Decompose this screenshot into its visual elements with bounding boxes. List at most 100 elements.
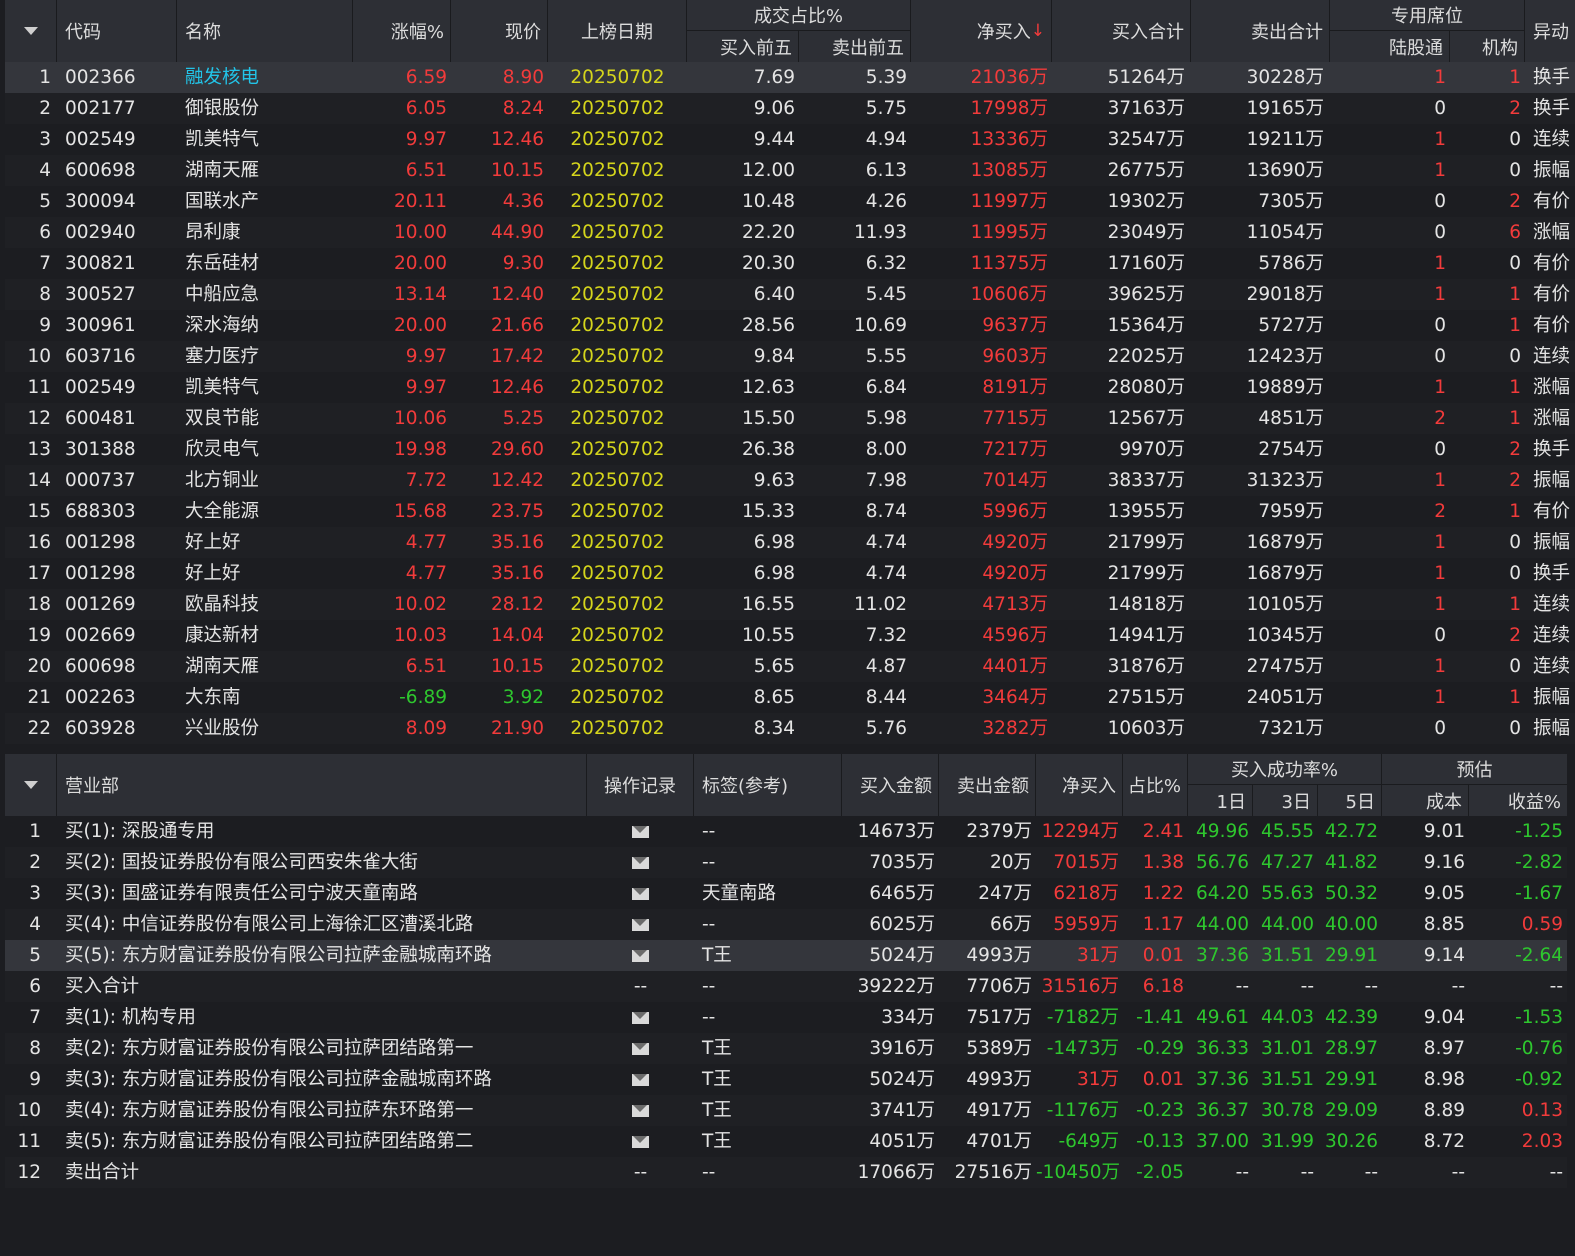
dept-row[interactable]: 11 卖(5): 东方财富证券股份有限公司拉萨团结路第二 T王 4051万 4701万 -…	[5, 1126, 1567, 1157]
stock-row[interactable]: 5 300094 国联水产 20.11 4.36 20250702 10.48 4.26 119…	[5, 186, 1575, 217]
operation-record[interactable]	[587, 940, 694, 971]
stock-row[interactable]: 13 301388 欣灵电气 19.98 29.60 20250702 26.38 8.00 7…	[5, 434, 1575, 465]
operation-record[interactable]	[587, 878, 694, 909]
mail-icon[interactable]	[632, 1012, 649, 1024]
operation-record[interactable]	[587, 909, 694, 940]
stock-name[interactable]: 大全能源	[177, 496, 353, 527]
stock-row[interactable]: 11 002549 凯美特气 9.97 12.46 20250702 12.63 6.84 81…	[5, 372, 1575, 403]
stock-name[interactable]: 欧晶科技	[177, 589, 353, 620]
stock-name[interactable]: 大东南	[177, 682, 353, 713]
col-header-3d[interactable]: 3日	[1253, 785, 1318, 816]
stock-name[interactable]: 凯美特气	[177, 124, 353, 155]
stock-row[interactable]: 1 002366 融发核电 6.59 8.90 20250702 7.69 5.39 21036…	[5, 62, 1575, 93]
dept-row[interactable]: 4 买(4): 中信证券股份有限公司上海徐汇区漕溪北路 -- 6025万 66万 5959…	[5, 909, 1567, 940]
operation-record[interactable]	[587, 1126, 694, 1157]
stock-name[interactable]: 国联水产	[177, 186, 353, 217]
col-header-dept[interactable]: 营业部	[57, 754, 587, 816]
stock-name[interactable]: 塞力医疗	[177, 341, 353, 372]
stock-row[interactable]: 6 002940 昂利康 10.00 44.90 20250702 22.20 11.93 11…	[5, 217, 1575, 248]
stock-row[interactable]: 19 002669 康达新材 10.03 14.04 20250702 10.55 7.32 4…	[5, 620, 1575, 651]
col-header-buy-total[interactable]: 买入合计	[1052, 0, 1191, 62]
stock-name[interactable]: 御银股份	[177, 93, 353, 124]
stock-name[interactable]: 深水海纳	[177, 310, 353, 341]
col-header-sell-total[interactable]: 卖出合计	[1191, 0, 1330, 62]
mail-icon[interactable]	[632, 1043, 649, 1055]
stock-row[interactable]: 12 600481 双良节能 10.06 5.25 20250702 15.50 5.98 77…	[5, 403, 1575, 434]
stock-row[interactable]: 2 002177 御银股份 6.05 8.24 20250702 9.06 5.75 17998…	[5, 93, 1575, 124]
col-header-hsgt[interactable]: 陆股通	[1330, 31, 1450, 62]
stock-name[interactable]: 好上好	[177, 558, 353, 589]
dept-row[interactable]: 10 卖(4): 东方财富证券股份有限公司拉萨东环路第一 T王 3741万 4917万 -…	[5, 1095, 1567, 1126]
stock-name[interactable]: 湖南天雁	[177, 651, 353, 682]
stock-row[interactable]: 3 002549 凯美特气 9.97 12.46 20250702 9.44 4.94 1333…	[5, 124, 1575, 155]
col-header-inst[interactable]: 机构	[1450, 31, 1525, 62]
col-header-code[interactable]: 代码	[57, 0, 177, 62]
operation-record[interactable]	[587, 1064, 694, 1095]
stock-row[interactable]: 17 001298 好上好 4.77 35.16 20250702 6.98 4.74 4920…	[5, 558, 1575, 589]
dept-row[interactable]: 1 买(1): 深股通专用 -- 14673万 2379万 12294万 2.41 49.96…	[5, 816, 1567, 847]
stock-name[interactable]: 北方铜业	[177, 465, 353, 496]
col-header-cost[interactable]: 成本	[1382, 785, 1469, 816]
stock-name[interactable]: 融发核电	[177, 62, 353, 93]
dept-row[interactable]: 7 卖(1): 机构专用 -- 334万 7517万 -7182万 -1.41 49.61 44…	[5, 1002, 1567, 1033]
col-header-record[interactable]: 操作记录	[587, 754, 694, 816]
col-header-sell-amt[interactable]: 卖出金额	[939, 754, 1036, 816]
stock-row[interactable]: 20 600698 湖南天雁 6.51 10.15 20250702 5.65 4.87 440…	[5, 651, 1575, 682]
mail-icon[interactable]	[632, 857, 649, 869]
stock-name[interactable]: 兴业股份	[177, 713, 353, 744]
col-header-return[interactable]: 收益%	[1469, 785, 1567, 816]
col-header-tag[interactable]: 标签(参考)	[694, 754, 842, 816]
dept-row[interactable]: 9 卖(3): 东方财富证券股份有限公司拉萨金融城南环路 T王 5024万 4993万 3…	[5, 1064, 1567, 1095]
bottom-column-menu-caret-icon[interactable]	[5, 754, 57, 816]
col-header-5d[interactable]: 5日	[1318, 785, 1382, 816]
col-header-sell-top5[interactable]: 卖出前五	[799, 31, 911, 62]
mail-icon[interactable]	[632, 1136, 649, 1148]
stock-name[interactable]: 凯美特气	[177, 372, 353, 403]
mail-icon[interactable]	[632, 1074, 649, 1086]
stock-row[interactable]: 16 001298 好上好 4.77 35.16 20250702 6.98 4.74 4920…	[5, 527, 1575, 558]
stock-name[interactable]: 双良节能	[177, 403, 353, 434]
stock-name[interactable]: 好上好	[177, 527, 353, 558]
mail-icon[interactable]	[632, 919, 649, 931]
dept-row[interactable]: 3 买(3): 国盛证券有限责任公司宁波天童南路 天童南路 6465万 247万 6218…	[5, 878, 1567, 909]
col-header-buy-amt[interactable]: 买入金额	[842, 754, 939, 816]
mail-icon[interactable]	[632, 950, 649, 962]
col-header-name[interactable]: 名称	[177, 0, 353, 62]
stock-row[interactable]: 9 300961 深水海纳 20.00 21.66 20250702 28.56 10.69 9…	[5, 310, 1575, 341]
col-header-reason[interactable]: 异动	[1525, 0, 1575, 62]
mail-icon[interactable]	[632, 888, 649, 900]
stock-name[interactable]: 湖南天雁	[177, 155, 353, 186]
stock-row[interactable]: 14 000737 北方铜业 7.72 12.42 20250702 9.63 7.98 701…	[5, 465, 1575, 496]
stock-row[interactable]: 18 001269 欧晶科技 10.02 28.12 20250702 16.55 11.02…	[5, 589, 1575, 620]
stock-row[interactable]: 8 300527 中船应急 13.14 12.40 20250702 6.40 5.45 106…	[5, 279, 1575, 310]
col-header-buy-top5[interactable]: 买入前五	[687, 31, 799, 62]
stock-row[interactable]: 15 688303 大全能源 15.68 23.75 20250702 15.33 8.74 5…	[5, 496, 1575, 527]
operation-record[interactable]	[587, 1002, 694, 1033]
operation-record[interactable]	[587, 847, 694, 878]
dept-row[interactable]: 2 买(2): 国投证券股份有限公司西安朱雀大街 -- 7035万 20万 7015万 1.…	[5, 847, 1567, 878]
stock-row[interactable]: 22 603928 兴业股份 8.09 21.90 20250702 8.34 5.76 328…	[5, 713, 1575, 744]
col-header-net[interactable]: 净买入 ↓	[911, 0, 1052, 62]
stock-name[interactable]: 东岳硅材	[177, 248, 353, 279]
col-header-pct[interactable]: 涨幅%	[353, 0, 451, 62]
col-header-price[interactable]: 现价	[451, 0, 548, 62]
panel-separator[interactable]	[5, 746, 1575, 754]
col-header-1d[interactable]: 1日	[1188, 785, 1253, 816]
mail-icon[interactable]	[632, 1105, 649, 1117]
operation-record[interactable]	[587, 816, 694, 847]
stock-name[interactable]: 欣灵电气	[177, 434, 353, 465]
dept-row[interactable]: 6 买入合计 -- -- 39222万 7706万 31516万 6.18 -- -- -- -- --	[5, 971, 1567, 1002]
stock-row[interactable]: 4 600698 湖南天雁 6.51 10.15 20250702 12.00 6.13 130…	[5, 155, 1575, 186]
stock-row[interactable]: 10 603716 塞力医疗 9.97 17.42 20250702 9.84 5.55 960…	[5, 341, 1575, 372]
stock-name[interactable]: 康达新材	[177, 620, 353, 651]
stock-name[interactable]: 中船应急	[177, 279, 353, 310]
dept-row[interactable]: 12 卖出合计 -- -- 17066万 27516万 -10450万 -2.05 -- -- --…	[5, 1157, 1567, 1188]
operation-record[interactable]	[587, 1033, 694, 1064]
stock-name[interactable]: 昂利康	[177, 217, 353, 248]
stock-row[interactable]: 7 300821 东岳硅材 20.00 9.30 20250702 20.30 6.32 113…	[5, 248, 1575, 279]
col-header-bottom-net[interactable]: 净买入	[1036, 754, 1123, 816]
dept-row[interactable]: 5 买(5): 东方财富证券股份有限公司拉萨金融城南环路 T王 5024万 4993万 3…	[5, 940, 1567, 971]
col-header-ratio[interactable]: 占比%	[1123, 754, 1188, 816]
dept-row[interactable]: 8 卖(2): 东方财富证券股份有限公司拉萨团结路第一 T王 3916万 5389万 -1…	[5, 1033, 1567, 1064]
operation-record[interactable]	[587, 1095, 694, 1126]
